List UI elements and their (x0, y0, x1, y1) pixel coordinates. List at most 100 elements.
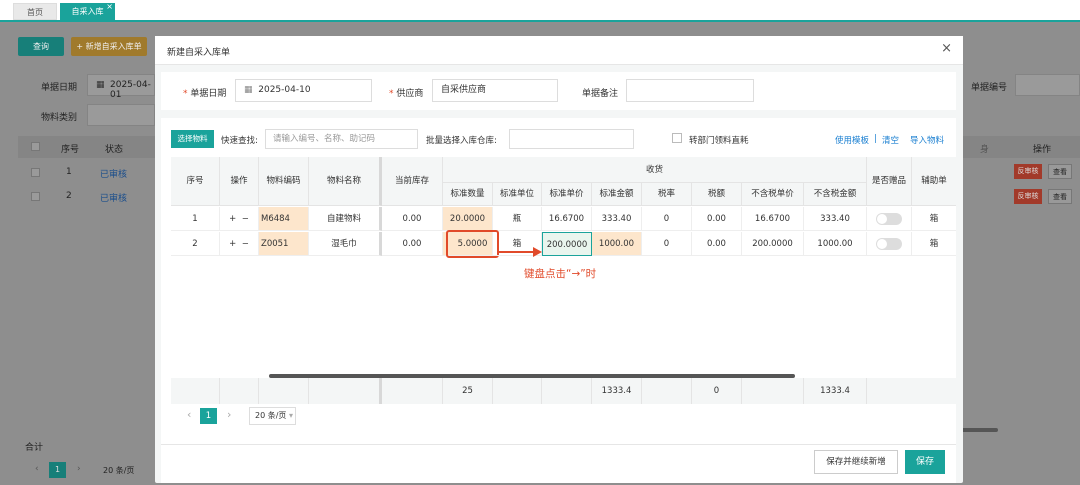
cell-aux: 箱 (912, 232, 956, 256)
bg-select-all-checkbox[interactable] (31, 142, 40, 151)
bg-row-status[interactable]: 已审核 (100, 167, 127, 180)
cell-ops: + − (220, 232, 259, 256)
tab-home[interactable]: 首页 (13, 3, 57, 20)
bg-scrollbar[interactable] (960, 428, 998, 432)
cell-net-price: 16.6700 (742, 207, 804, 231)
prev-page-icon[interactable]: ‹ (35, 464, 39, 474)
total-cell (493, 378, 542, 404)
add-row-icon[interactable]: + (229, 239, 236, 249)
cell-net-price: 200.0000 (742, 232, 804, 256)
cell-amount[interactable]: 1000.00 (592, 232, 642, 256)
page-current[interactable]: 1 (200, 408, 217, 424)
bg-col-partial: 身 (980, 145, 990, 155)
tab-label: 自采入库 (71, 7, 104, 16)
close-icon[interactable]: × (106, 0, 113, 15)
query-button[interactable]: 查询 (18, 37, 64, 56)
date-label: * 单据日期 (183, 89, 227, 99)
calendar-icon: ▦ (96, 80, 105, 90)
gift-toggle[interactable] (876, 212, 902, 225)
items-card: 选择物料 快速查找: 请输入编号、名称、助记码 批量选择入库仓库: 转部门领料直… (161, 118, 956, 474)
bg-col-ops: 操作 (1033, 145, 1052, 155)
quick-search-label: 快速查找: (221, 136, 258, 146)
remark-label: 单据备注 (582, 89, 619, 99)
doc-no-input[interactable] (1015, 74, 1080, 96)
cell-seq: 2 (171, 232, 220, 256)
dept-checkbox-label: 转部门领料直耗 (689, 136, 749, 146)
quick-search-input[interactable]: 请输入编号、名称、助记码 (265, 129, 418, 149)
cell-code[interactable]: M6484 (259, 207, 309, 231)
next-page-icon[interactable]: › (77, 464, 81, 474)
col-seq: 序号 (171, 157, 220, 206)
select-material-button[interactable]: 选择物料 (171, 130, 214, 148)
batch-warehouse-select[interactable] (509, 129, 634, 149)
tab-self-purchase[interactable]: 自采入库 × (60, 0, 115, 20)
category-select[interactable] (87, 104, 155, 126)
bg-row-status[interactable]: 已审核 (100, 191, 127, 204)
dept-checkbox[interactable] (672, 133, 682, 146)
bg-row-checkbox[interactable] (31, 192, 40, 201)
checkbox[interactable] (672, 133, 682, 143)
form-card: * 单据日期 ▦ 2025-04-10 * 供应商 自采供应商 单据备注 (161, 72, 956, 110)
date-input[interactable]: ▦ 2025-04-10 (235, 79, 372, 102)
cell-price[interactable]: 16.6700 (542, 207, 592, 231)
next-page-icon[interactable]: › (227, 408, 231, 421)
cell-qty[interactable]: 20.0000 (443, 207, 493, 231)
supplier-label: * 供应商 (389, 89, 424, 99)
modal-header: 新建自采入库单 × (155, 36, 963, 65)
cell-tax: 0.00 (692, 232, 742, 256)
col-group-receive: 收货 (443, 157, 867, 183)
gift-toggle[interactable] (876, 237, 902, 250)
use-template-link[interactable]: 使用模板 (835, 134, 869, 146)
cell-name: 自建物料 (309, 207, 382, 231)
bg-col-seq: 序号 (61, 145, 80, 155)
new-button[interactable]: + 新增自采入库单 (71, 37, 147, 56)
category-label: 物料类别 (41, 113, 78, 123)
annotation-text: 键盘点击“→”时 (524, 268, 597, 280)
qty-highlight-box[interactable]: 5.0000 (446, 230, 499, 258)
col-ops: 操作 (220, 157, 259, 206)
total-cell (382, 378, 443, 404)
add-row-icon[interactable]: + (229, 214, 236, 224)
bg-row-seq: 1 (66, 167, 72, 177)
view-button[interactable]: 查看 (1048, 164, 1072, 179)
save-continue-button[interactable]: 保存并继续新增 (814, 450, 898, 474)
page-size-select[interactable]: 20 条/页 ▾ (249, 407, 296, 425)
cell-stock: 0.00 (382, 207, 443, 231)
remark-input[interactable] (626, 79, 754, 102)
total-net-amount: 1333.4 (804, 378, 867, 404)
clear-link[interactable]: 清空 (882, 134, 899, 146)
cell-qty[interactable]: 5.0000 (443, 230, 499, 258)
col-unit: 标准单位 (493, 183, 542, 206)
total-cell (742, 378, 804, 404)
bg-page-size[interactable]: 20 条/页 (103, 465, 134, 476)
modal-title: 新建自采入库单 (167, 48, 231, 58)
date-label: 单据日期 (41, 83, 78, 93)
import-material-link[interactable]: 导入物料 (910, 134, 944, 146)
unapprove-button[interactable]: 反审核 (1014, 164, 1042, 179)
delete-row-icon[interactable]: − (242, 214, 249, 224)
bg-row-checkbox[interactable] (31, 168, 40, 177)
total-amount: 1333.4 (592, 378, 642, 404)
col-stock: 当前库存 (382, 157, 443, 206)
unapprove-button[interactable]: 反审核 (1014, 189, 1042, 204)
cell-code[interactable]: Z0051 (259, 232, 309, 256)
date-input[interactable]: ▦ 2025-04-01 (87, 74, 155, 100)
save-button[interactable]: 保存 (905, 450, 945, 474)
delete-row-icon[interactable]: − (242, 239, 249, 249)
view-button[interactable]: 查看 (1048, 189, 1072, 204)
prev-page-icon[interactable]: ‹ (187, 408, 191, 421)
cell-gift (867, 207, 912, 231)
supplier-input[interactable]: 自采供应商 (432, 79, 558, 102)
close-icon[interactable]: × (941, 41, 952, 56)
cell-amount[interactable]: 333.40 (592, 207, 642, 231)
tab-bar: 首页 自采入库 × (0, 0, 1080, 22)
cell-seq: 1 (171, 207, 220, 231)
bg-page-current[interactable]: 1 (49, 462, 66, 478)
cell-tax-rate[interactable]: 0 (642, 207, 692, 231)
cell-tax-rate[interactable]: 0 (642, 232, 692, 256)
total-cell (642, 378, 692, 404)
col-net-amount: 不含税金额 (804, 183, 867, 206)
cell-price-focused[interactable]: 200.0000 (542, 232, 592, 256)
link-separator: | (874, 134, 877, 144)
cell-ops: + − (220, 207, 259, 231)
